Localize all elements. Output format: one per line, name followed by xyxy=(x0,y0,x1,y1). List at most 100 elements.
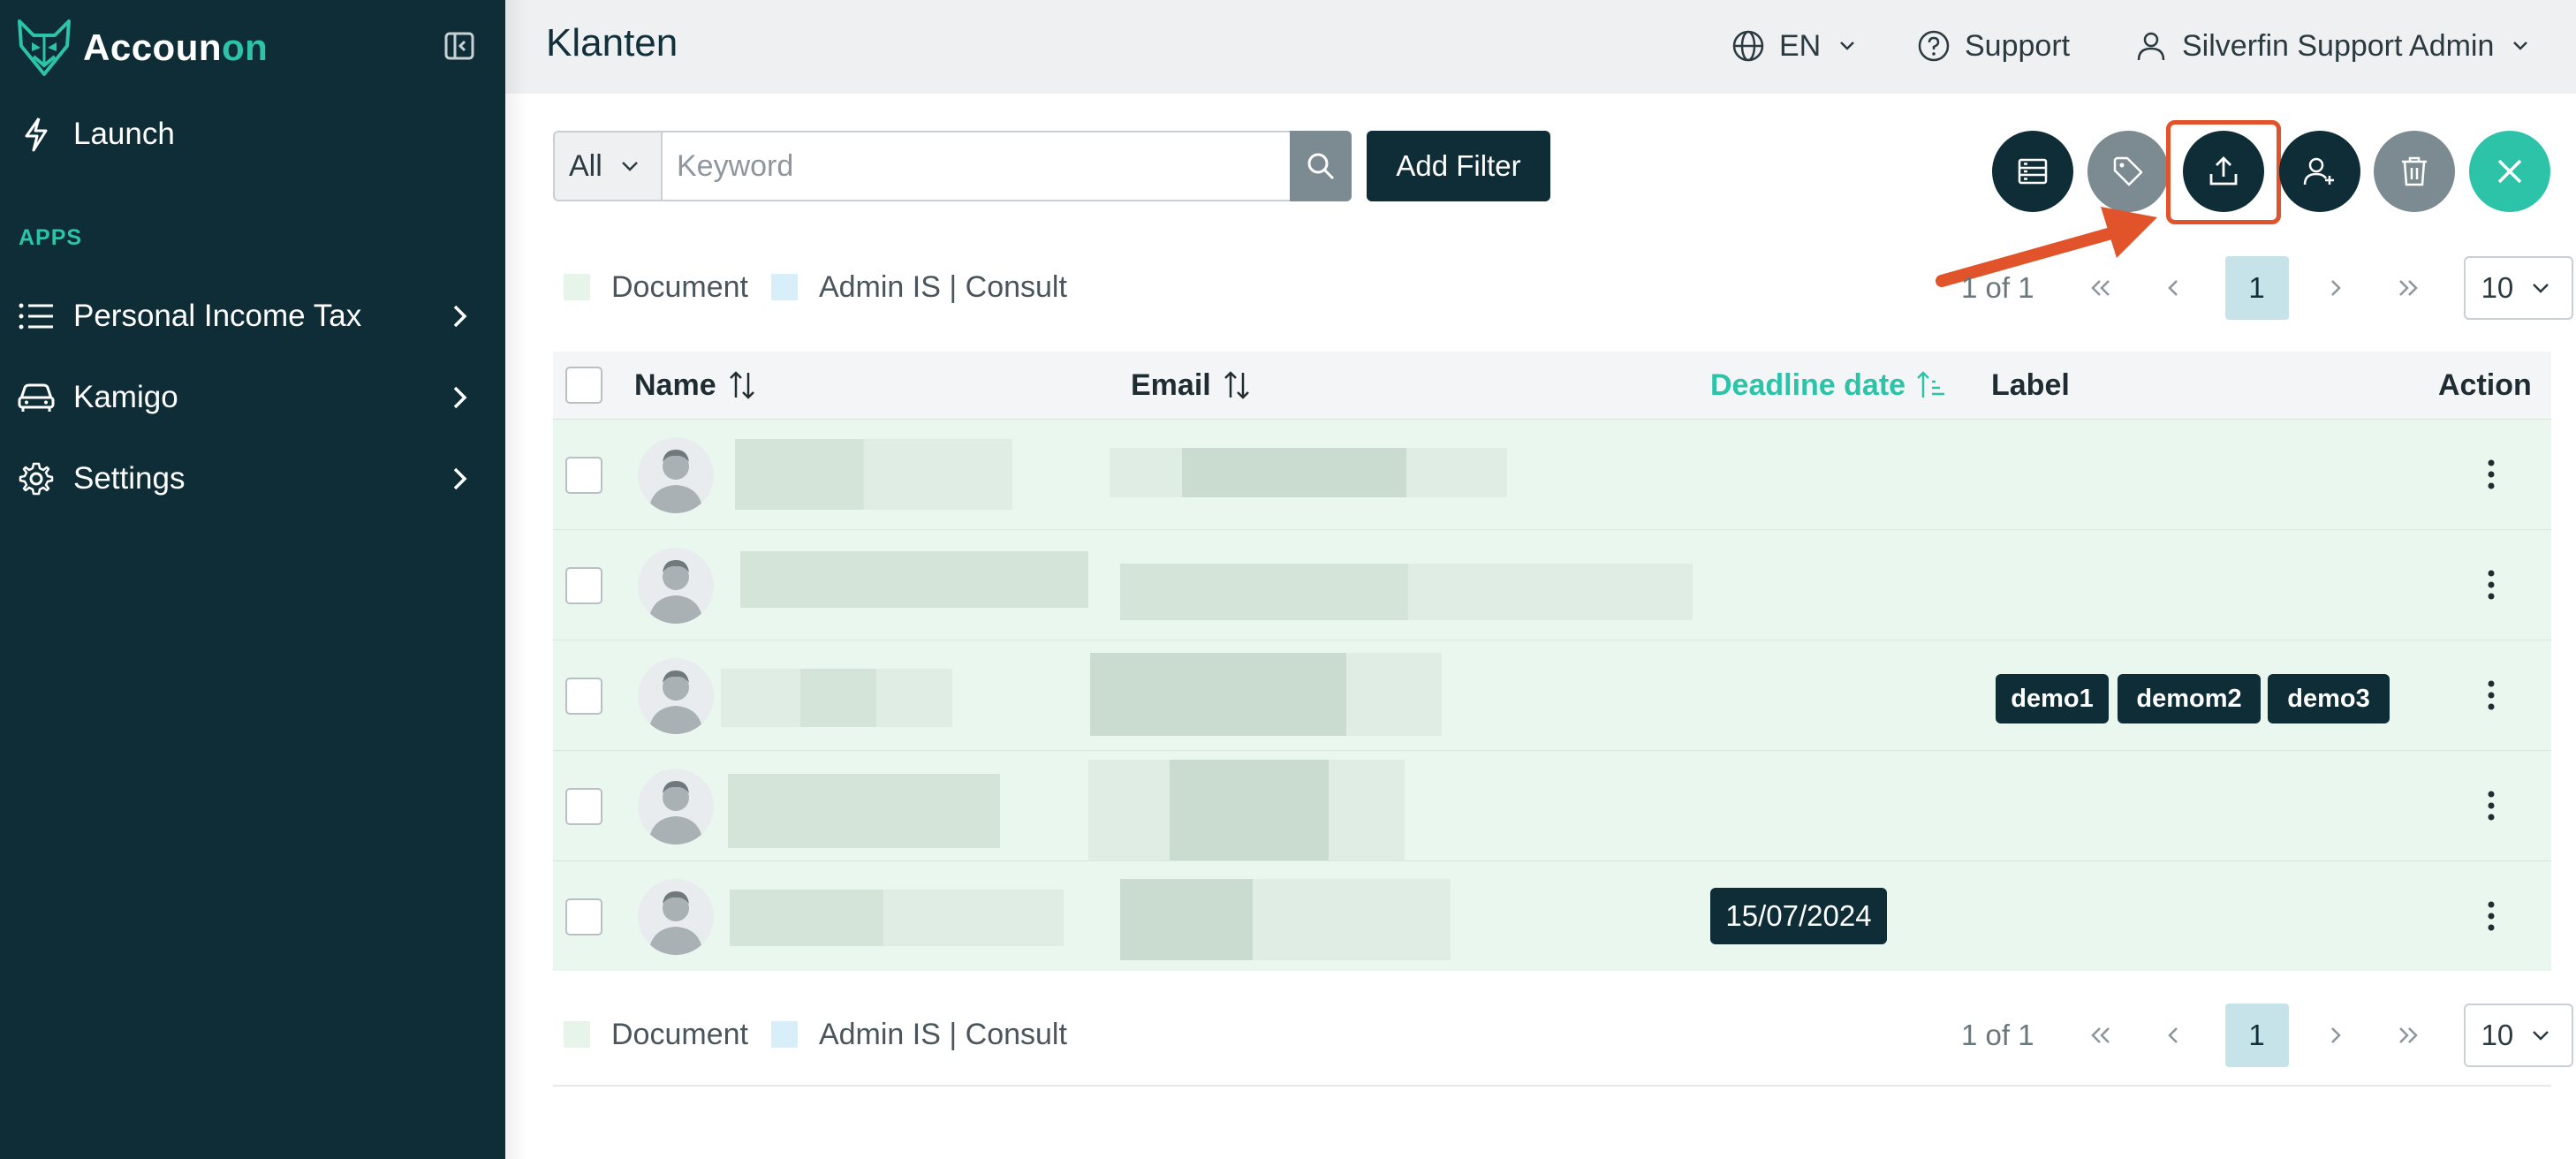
add-user-button[interactable] xyxy=(2279,131,2360,212)
brand[interactable]: Accounon xyxy=(12,16,268,80)
row-actions-button[interactable] xyxy=(2475,669,2507,722)
chevron-down-icon xyxy=(2533,1031,2549,1041)
label-tag[interactable]: demom2 xyxy=(2118,674,2261,723)
chevron-down-icon xyxy=(621,162,638,171)
scope-select[interactable]: All xyxy=(553,131,663,201)
chevrons-right-icon xyxy=(2398,1027,2418,1043)
chevron-left-icon xyxy=(2167,280,2178,296)
label-tag[interactable]: demo1 xyxy=(1996,674,2109,723)
sidebar-collapse-icon[interactable] xyxy=(443,30,475,62)
language-selector[interactable]: EN xyxy=(1731,21,1858,71)
table-row[interactable] xyxy=(553,750,2551,867)
page-size-select[interactable]: 10 xyxy=(2463,1004,2573,1067)
chevron-left-icon xyxy=(2167,1027,2178,1043)
car-icon xyxy=(18,379,55,416)
chevron-right-icon xyxy=(453,305,467,328)
table-row[interactable]: 15/07/2024 xyxy=(553,860,2551,971)
bolt-icon xyxy=(18,116,55,153)
table-header: Name Email Deadline date Label Action xyxy=(553,352,2551,419)
row-actions-button[interactable] xyxy=(2475,558,2507,611)
current-page-button[interactable]: 1 xyxy=(2224,256,2289,320)
page-size-select[interactable]: 10 xyxy=(2463,256,2573,320)
label-tag[interactable]: demo3 xyxy=(2268,674,2390,723)
support-label: Support xyxy=(1965,28,2071,63)
avatar xyxy=(638,658,714,734)
columns-button[interactable] xyxy=(1992,131,2073,212)
more-vertical-icon xyxy=(2488,791,2495,821)
current-page-button[interactable]: 1 xyxy=(2224,1004,2289,1067)
row-checkbox[interactable] xyxy=(565,678,602,715)
row-checkbox[interactable] xyxy=(565,898,602,936)
table-row[interactable] xyxy=(553,419,2551,529)
tag-icon xyxy=(2113,156,2143,186)
legend-label-document: Document xyxy=(611,269,748,304)
chevrons-left-icon xyxy=(2090,1027,2110,1043)
next-page-button[interactable] xyxy=(2305,257,2367,319)
row-actions-button[interactable] xyxy=(2475,779,2507,832)
search-button[interactable] xyxy=(1290,131,1352,201)
row-checkbox[interactable] xyxy=(565,457,602,494)
table-row[interactable] xyxy=(553,529,2551,640)
next-page-button[interactable] xyxy=(2305,1004,2367,1066)
row-checkbox[interactable] xyxy=(565,788,602,825)
column-header-email[interactable]: Email xyxy=(1131,352,1252,419)
add-filter-button[interactable]: Add Filter xyxy=(1367,131,1550,201)
sidebar: Accounon Launch APPS Personal Income Tax… xyxy=(0,0,505,1159)
chevron-right-icon xyxy=(453,467,467,490)
column-header-label: Label xyxy=(1991,367,2070,402)
database-icon xyxy=(2018,158,2048,185)
row-actions-button[interactable] xyxy=(2475,448,2507,501)
close-icon xyxy=(2497,159,2522,184)
tag-button[interactable] xyxy=(2087,131,2169,212)
redacted-name xyxy=(800,669,876,727)
sidebar-item-label: Kamigo xyxy=(73,380,178,414)
redacted-email xyxy=(1170,760,1329,867)
first-page-button[interactable] xyxy=(2070,1004,2132,1066)
chevron-down-icon xyxy=(2513,42,2528,50)
pagination-top: 1 of 1 1 10 xyxy=(1961,255,2573,321)
select-all-checkbox[interactable] xyxy=(565,367,602,404)
row-actions-button[interactable] xyxy=(2475,890,2507,943)
trash-icon xyxy=(2402,156,2427,186)
legend-swatch-admin xyxy=(770,274,798,300)
row-checkbox[interactable] xyxy=(565,567,602,604)
chevron-right-icon xyxy=(2330,280,2341,296)
sidebar-item-personal-income-tax[interactable]: Personal Income Tax xyxy=(0,283,505,350)
avatar xyxy=(638,879,714,955)
user-menu[interactable]: Silverfin Support Admin xyxy=(2134,21,2531,71)
column-header-deadline[interactable]: Deadline date xyxy=(1710,352,1946,419)
sort-ascending-icon xyxy=(1917,371,1945,398)
legend-swatch-document xyxy=(564,1021,590,1048)
search-group: All xyxy=(553,131,1352,201)
chevrons-right-icon xyxy=(2398,280,2418,296)
sidebar-item-settings[interactable]: Settings xyxy=(0,445,505,512)
close-button[interactable] xyxy=(2469,131,2550,212)
prev-page-button[interactable] xyxy=(2142,257,2204,319)
user-name: Silverfin Support Admin xyxy=(2182,28,2495,63)
avatar xyxy=(638,769,714,845)
chevron-down-icon xyxy=(2533,284,2549,293)
table-bottom-divider xyxy=(553,1085,2551,1087)
first-page-button[interactable] xyxy=(2070,257,2132,319)
more-vertical-icon xyxy=(2488,680,2495,710)
sidebar-item-label: Personal Income Tax xyxy=(73,299,362,333)
globe-icon xyxy=(1732,30,1764,62)
more-vertical-icon xyxy=(2488,570,2495,600)
list-icon xyxy=(18,298,55,335)
more-vertical-icon xyxy=(2488,901,2495,931)
legend-swatch-document xyxy=(564,274,590,300)
delete-button[interactable] xyxy=(2374,131,2455,212)
last-page-button[interactable] xyxy=(2377,257,2439,319)
redacted-email xyxy=(1120,564,1408,620)
page-size-value: 10 xyxy=(2481,271,2514,304)
keyword-input[interactable] xyxy=(663,131,1290,201)
last-page-button[interactable] xyxy=(2377,1004,2439,1066)
table-row[interactable]: demo1 demom2 demo3 xyxy=(553,640,2551,750)
sidebar-item-launch[interactable]: Launch xyxy=(0,101,505,168)
export-highlight-box xyxy=(2166,120,2281,224)
column-header-name[interactable]: Name xyxy=(634,352,757,419)
sidebar-item-kamigo[interactable]: Kamigo xyxy=(0,364,505,431)
prev-page-button[interactable] xyxy=(2142,1004,2204,1066)
support-link[interactable]: Support xyxy=(1917,21,2070,71)
user-plus-icon xyxy=(2303,157,2334,186)
